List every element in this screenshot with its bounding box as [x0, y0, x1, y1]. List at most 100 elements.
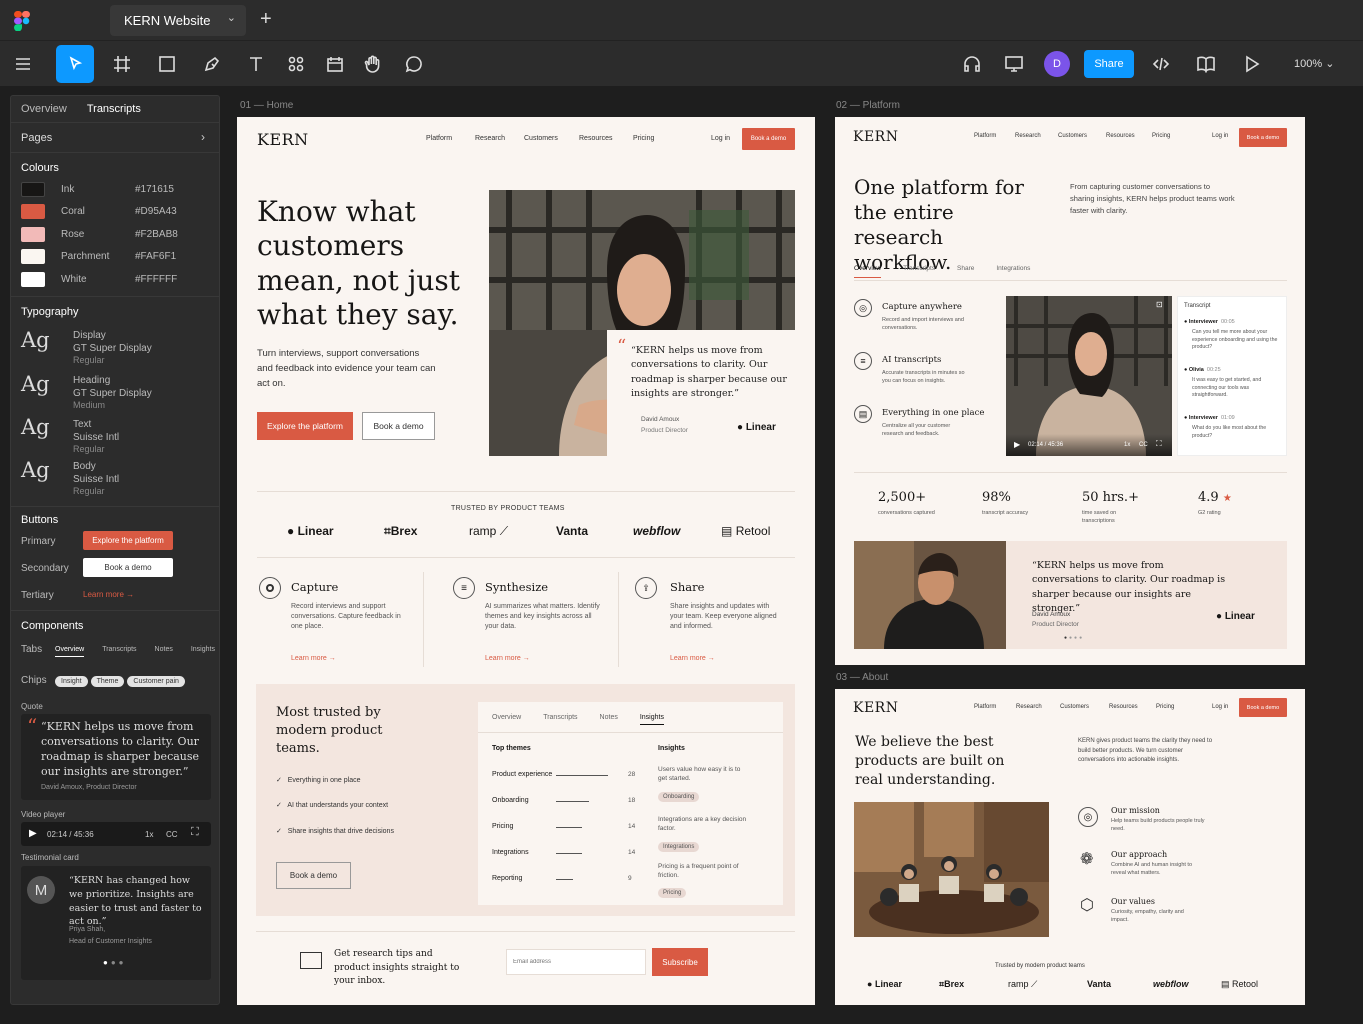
book-demo-button[interactable]: Book a demo — [1239, 698, 1287, 717]
tab-insights[interactable]: Insights — [639, 714, 664, 725]
frame-label-platform[interactable]: 02 — Platform — [836, 100, 900, 111]
nav-customers[interactable]: Customers — [1060, 704, 1089, 710]
type-sample[interactable]: Ag — [21, 328, 50, 352]
tab-insights[interactable]: Insights — [191, 646, 215, 657]
nav-resources[interactable]: Resources — [579, 135, 612, 142]
speed-button[interactable]: 1x — [1124, 442, 1130, 448]
theme-row[interactable]: Reporting 9 — [492, 875, 642, 887]
nav-research[interactable]: Research — [1016, 704, 1042, 710]
theme-row[interactable]: Onboarding 18 — [492, 797, 642, 809]
chip[interactable]: Insight — [55, 676, 88, 687]
library-icon[interactable] — [1187, 45, 1225, 83]
figma-logo-icon[interactable] — [14, 11, 30, 31]
nav-research[interactable]: Research — [1015, 133, 1041, 139]
login-link[interactable]: Log in — [711, 135, 730, 142]
swatch-parchment[interactable] — [21, 249, 45, 264]
carousel-dots[interactable]: ●●●● — [1064, 635, 1084, 641]
chevron-down-icon[interactable]: ⌄ — [227, 11, 236, 24]
book-demo-button[interactable]: Book a demo — [276, 862, 351, 889]
document-tab[interactable]: KERN Website ⌄ — [110, 5, 246, 36]
zoom-level[interactable]: 100% ⌄ — [1294, 57, 1334, 70]
play-icon[interactable]: ▶ — [29, 828, 37, 839]
fullscreen-icon[interactable]: ⛶ — [1156, 439, 1162, 449]
platform-frame[interactable]: KERN Platform Research Customers Resourc… — [835, 117, 1305, 665]
chip[interactable]: Theme — [90, 676, 125, 687]
tab-notes[interactable]: Notes — [600, 714, 618, 725]
video-player[interactable]: ▶ 02:14 / 45:36 1x CC ⛶ ⊡ — [1006, 296, 1172, 456]
expand-icon[interactable]: ⊡ — [1156, 300, 1163, 309]
swatch-coral[interactable] — [21, 204, 45, 219]
primary-button-sample[interactable]: Explore the platform — [83, 531, 173, 550]
book-demo-button[interactable]: Book a demo — [1239, 128, 1287, 147]
play-icon[interactable] — [1232, 45, 1270, 83]
pen-tool-icon[interactable] — [193, 45, 231, 83]
chip[interactable]: Customer pain — [127, 676, 185, 687]
tab-layers[interactable]: Overview — [21, 103, 67, 115]
tab-share[interactable]: Share — [957, 265, 974, 278]
new-tab-plus-icon[interactable]: + — [260, 8, 272, 31]
type-sample[interactable]: Ag — [21, 458, 50, 482]
cc-button[interactable]: CC — [166, 830, 178, 839]
present-icon[interactable] — [995, 45, 1033, 83]
secondary-button-sample[interactable]: Book a demo — [83, 558, 173, 577]
speed-button[interactable]: 1x — [145, 830, 153, 839]
learn-more-link[interactable]: Learn more → — [291, 655, 336, 662]
nav-customers[interactable]: Customers — [524, 135, 558, 142]
chip[interactable]: Integrations — [658, 842, 700, 852]
tab-overview[interactable]: Overview — [854, 265, 882, 278]
kern-logo[interactable]: KERN — [853, 129, 898, 145]
swatch-ink[interactable] — [21, 182, 45, 197]
cc-button[interactable]: CC — [1139, 442, 1148, 448]
frame-tool-icon[interactable] — [103, 45, 141, 83]
swatch-white[interactable] — [21, 272, 45, 287]
theme-row[interactable]: Product experience 28 — [492, 771, 642, 783]
nav-pricing[interactable]: Pricing — [1156, 704, 1174, 710]
type-sample[interactable]: Ag — [21, 372, 50, 396]
frame-label-about[interactable]: 03 — About — [836, 672, 888, 683]
main-menu-icon[interactable] — [4, 45, 42, 83]
nav-pricing[interactable]: Pricing — [633, 135, 654, 142]
frame-label-home[interactable]: 01 — Home — [240, 100, 293, 111]
nav-platform[interactable]: Platform — [974, 704, 996, 710]
home-frame[interactable]: KERN Platform Research Customers Resourc… — [237, 117, 815, 1005]
explore-platform-button[interactable]: Explore the platform — [257, 412, 353, 440]
share-button[interactable]: Share — [1084, 50, 1134, 78]
user-avatar[interactable]: D — [1044, 51, 1070, 77]
nav-resources[interactable]: Resources — [1106, 133, 1135, 139]
tab-transcripts[interactable]: Transcripts — [102, 646, 136, 657]
tab-assets[interactable]: Transcripts — [87, 103, 141, 115]
about-frame[interactable]: KERN Platform Research Customers Resourc… — [835, 689, 1305, 1005]
text-tool-icon[interactable] — [237, 45, 275, 83]
nav-resources[interactable]: Resources — [1109, 704, 1138, 710]
learn-more-link[interactable]: Learn more → — [485, 655, 530, 662]
nav-research[interactable]: Research — [475, 135, 505, 142]
book-demo-button[interactable]: Book a demo — [742, 128, 795, 150]
headphones-icon[interactable] — [953, 45, 991, 83]
tab-transcripts[interactable]: Transcripts — [903, 265, 935, 278]
kern-logo[interactable]: KERN — [853, 700, 898, 716]
rectangle-tool-icon[interactable] — [148, 45, 186, 83]
dev-mode-icon[interactable] — [1142, 45, 1180, 83]
subscribe-button[interactable]: Subscribe — [652, 948, 708, 976]
nav-pricing[interactable]: Pricing — [1152, 133, 1170, 139]
book-demo-secondary-button[interactable]: Book a demo — [362, 412, 435, 440]
email-input[interactable] — [506, 949, 646, 975]
nav-customers[interactable]: Customers — [1058, 133, 1087, 139]
type-sample[interactable]: Ag — [21, 415, 50, 439]
chip[interactable]: Onboarding — [658, 792, 700, 802]
chevron-right-icon[interactable]: › — [201, 130, 205, 144]
chip[interactable]: Pricing — [658, 888, 687, 898]
learn-more-link[interactable]: Learn more → — [670, 655, 715, 662]
kern-logo[interactable]: KERN — [257, 130, 309, 149]
tab-overview[interactable]: Overview — [492, 714, 521, 725]
hand-tool-icon[interactable] — [354, 45, 392, 83]
nav-platform[interactable]: Platform — [974, 133, 996, 139]
pages-row[interactable]: Pages — [21, 132, 52, 144]
swatch-rose[interactable] — [21, 227, 45, 242]
tab-notes[interactable]: Notes — [155, 646, 173, 657]
move-tool-icon[interactable] — [56, 45, 94, 83]
tab-overview[interactable]: Overview — [55, 646, 85, 657]
components-tool-icon[interactable] — [277, 45, 315, 83]
theme-row[interactable]: Pricing 14 — [492, 823, 642, 835]
theme-row[interactable]: Integrations 14 — [492, 849, 642, 861]
